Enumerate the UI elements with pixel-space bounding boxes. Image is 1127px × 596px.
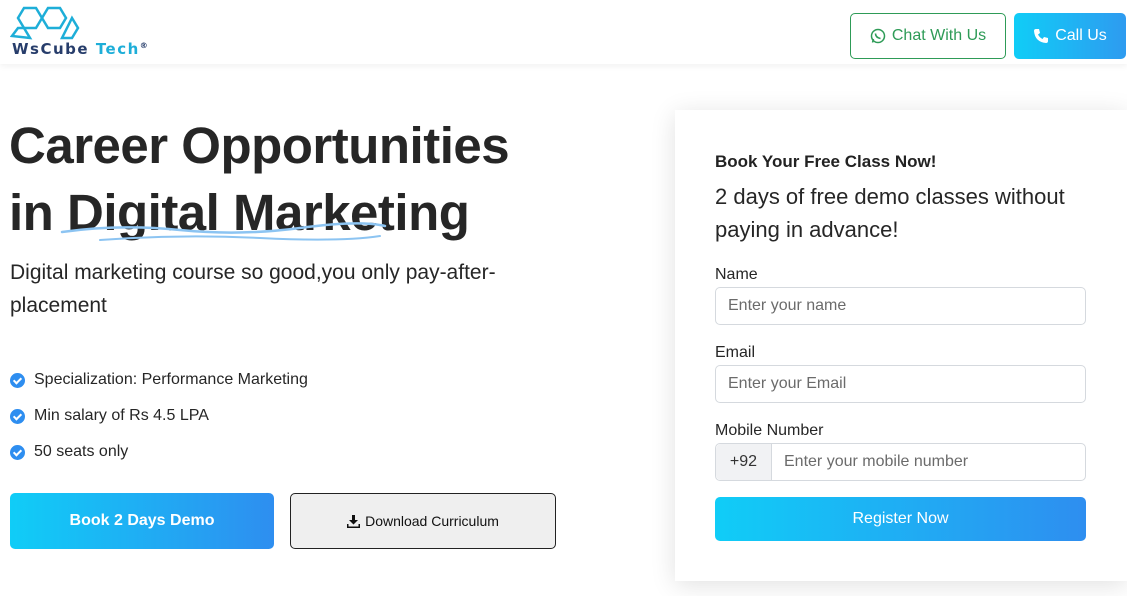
name-input[interactable] (715, 287, 1086, 325)
check-circle-icon (10, 408, 25, 424)
feature-text: 50 seats only (34, 443, 129, 460)
download-curriculum-button[interactable]: Download Curriculum (290, 493, 556, 549)
phone-icon (1034, 29, 1049, 43)
feature-text: Specialization: Performance Marketing (34, 371, 308, 388)
name-label: Name (715, 266, 758, 283)
download-icon (347, 514, 361, 528)
chat-button-label: Chat With Us (891, 27, 987, 44)
brand-name-part2: Tech (95, 40, 140, 58)
email-label: Email (715, 344, 756, 361)
feature-item: 50 seats only (10, 434, 308, 470)
brand-name: WsCube Tech® (12, 40, 149, 58)
wscube-logo[interactable]: WsCube Tech® (8, 4, 178, 60)
hero-subtitle: Digital marketing course so good,you onl… (10, 261, 496, 317)
call-us-button[interactable]: Call Us (1014, 13, 1126, 59)
underline-squiggle (60, 222, 387, 241)
hero-title-line1: Career Opportunities (9, 117, 510, 174)
register-now-button[interactable]: Register Now (715, 497, 1086, 541)
registered-mark: ® (139, 41, 150, 50)
registration-form-card: Book Your Free Class Now! 2 days of free… (675, 110, 1127, 581)
feature-item: Specialization: Performance Marketing (10, 362, 308, 398)
chat-with-us-button[interactable]: Chat With Us (850, 13, 1006, 59)
form-title: Book Your Free Class Now! (715, 152, 937, 171)
call-button-label: Call Us (1055, 27, 1107, 44)
mobile-field: +92 (715, 443, 1086, 481)
site-header: WsCube Tech® Chat With Us Call Us (0, 0, 1127, 64)
hexagon-logo-icon (10, 6, 80, 40)
feature-item: Min salary of Rs 4.5 LPA (10, 398, 308, 434)
check-circle-icon (10, 444, 25, 460)
brand-name-part1: WsCube (12, 40, 90, 58)
download-button-label: Download Curriculum (365, 513, 499, 529)
form-subtitle: 2 days of free demo classes without payi… (715, 184, 1065, 242)
country-code: +92 (716, 444, 772, 480)
email-input[interactable] (715, 365, 1086, 403)
feature-text: Min salary of Rs 4.5 LPA (34, 407, 209, 424)
book-demo-button[interactable]: Book 2 Days Demo (10, 493, 274, 549)
mobile-label: Mobile Number (715, 422, 824, 439)
mobile-input[interactable] (772, 444, 1085, 480)
check-circle-icon (10, 372, 25, 388)
feature-list: Specialization: Performance Marketing Mi… (10, 362, 308, 470)
whatsapp-icon (870, 28, 886, 44)
